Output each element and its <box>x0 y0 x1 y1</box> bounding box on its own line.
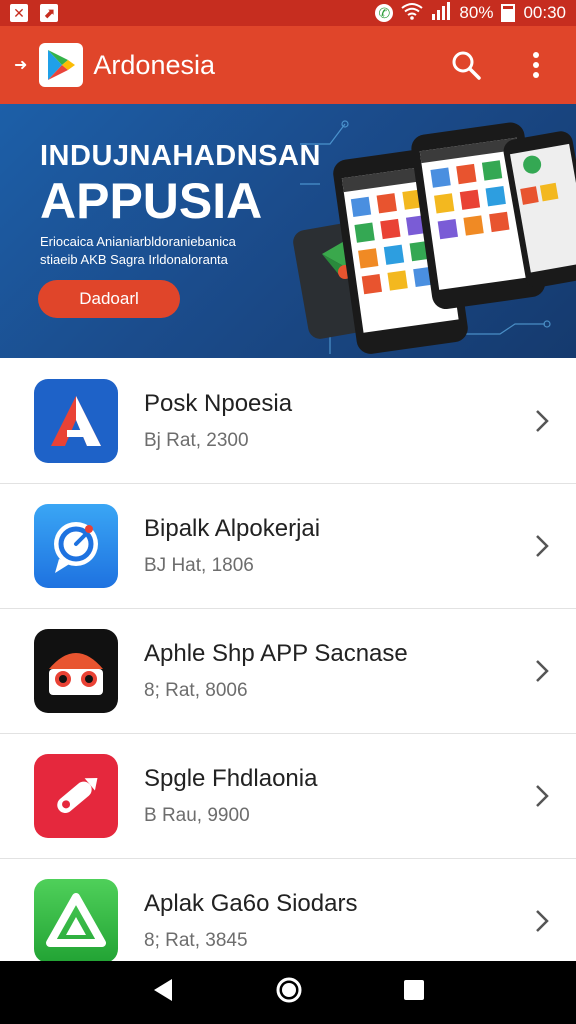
app-meta: 8; Rat, 8006 <box>144 680 248 701</box>
app-bar: ➜ Ardonesia <box>0 26 576 104</box>
chevron-right-icon[interactable] <box>532 657 552 685</box>
app-title: Posk Npoesia <box>144 389 293 417</box>
app-title: Aplak Ga6o Siodars <box>144 890 358 917</box>
navigation-bar <box>0 961 576 1024</box>
app-list-item[interactable]: Posk Npoesia Bj Rat, 2300 <box>0 358 576 483</box>
battery-icon <box>501 4 516 22</box>
chevron-right-icon[interactable] <box>532 782 552 810</box>
app-list-item[interactable]: Spgle Fhdlaonia B Rau, 9900 <box>0 733 576 858</box>
back-icon[interactable] <box>150 977 176 1008</box>
signal-icon <box>431 1 451 25</box>
app-meta: Bj Rat, 2300 <box>144 429 249 451</box>
recents-icon[interactable] <box>402 978 426 1007</box>
banner-subtitle-2: stiaeib AKB Sagra Irldonaloranta <box>40 252 228 267</box>
app-list: Posk Npoesia Bj Rat, 2300 Bipalk Alpoker… <box>0 358 576 983</box>
app-title: Bipalk Alpokerjai <box>144 515 321 542</box>
banner-headline-top: INDUJNAHADNSAN <box>40 140 321 172</box>
more-vert-icon[interactable] <box>520 49 552 81</box>
status-bar: ✕ ⬈ ✆ 80% 00:30 <box>0 0 576 26</box>
download-button[interactable]: Dadoarl <box>38 280 180 318</box>
chevron-right-icon[interactable] <box>532 532 552 560</box>
app-title: Ardonesia <box>93 49 215 80</box>
whatsapp-icon: ✆ <box>375 4 394 22</box>
promo-banner[interactable]: INDUJNAHADNSAN APPUSIA Eriocaica Aniania… <box>0 104 576 358</box>
app-title: Aphle Shp APP Sacnase <box>144 640 408 667</box>
x-icon: ✕ <box>10 4 28 22</box>
clock: 00:30 <box>523 3 566 22</box>
app-title: Spgle Fhdlaonia <box>144 765 318 792</box>
app-list-item[interactable]: Aphle Shp APP Sacnase 8; Rat, 8006 <box>0 608 576 733</box>
banner-subtitle-1: Eriocaica Anianiarbldoraniebanica <box>40 234 236 249</box>
app-list-item[interactable]: Bipalk Alpokerjai BJ Hat, 1806 <box>0 483 576 608</box>
banner-headline: APPUSIA <box>40 173 263 229</box>
menu-arrow-icon[interactable]: ➜ <box>14 55 27 75</box>
app-meta: BJ Hat, 1806 <box>144 555 254 576</box>
wifi-icon <box>401 2 424 25</box>
home-icon[interactable] <box>275 976 303 1009</box>
app-meta: 8; Rat, 3845 <box>144 930 248 951</box>
pencil-app-icon <box>34 754 118 838</box>
play-store-logo-icon[interactable] <box>39 43 84 87</box>
battery-percent: 80% <box>459 3 494 22</box>
search-icon[interactable] <box>450 49 482 81</box>
eyes-app-icon <box>34 629 118 713</box>
launch-icon: ⬈ <box>40 4 58 22</box>
chat-bubble-app-icon <box>34 504 118 588</box>
app-meta: B Rau, 9900 <box>144 805 250 826</box>
letter-a-app-icon <box>34 378 118 463</box>
chevron-right-icon[interactable] <box>532 407 552 435</box>
chevron-right-icon[interactable] <box>532 907 552 935</box>
triangle-app-icon <box>34 879 118 963</box>
